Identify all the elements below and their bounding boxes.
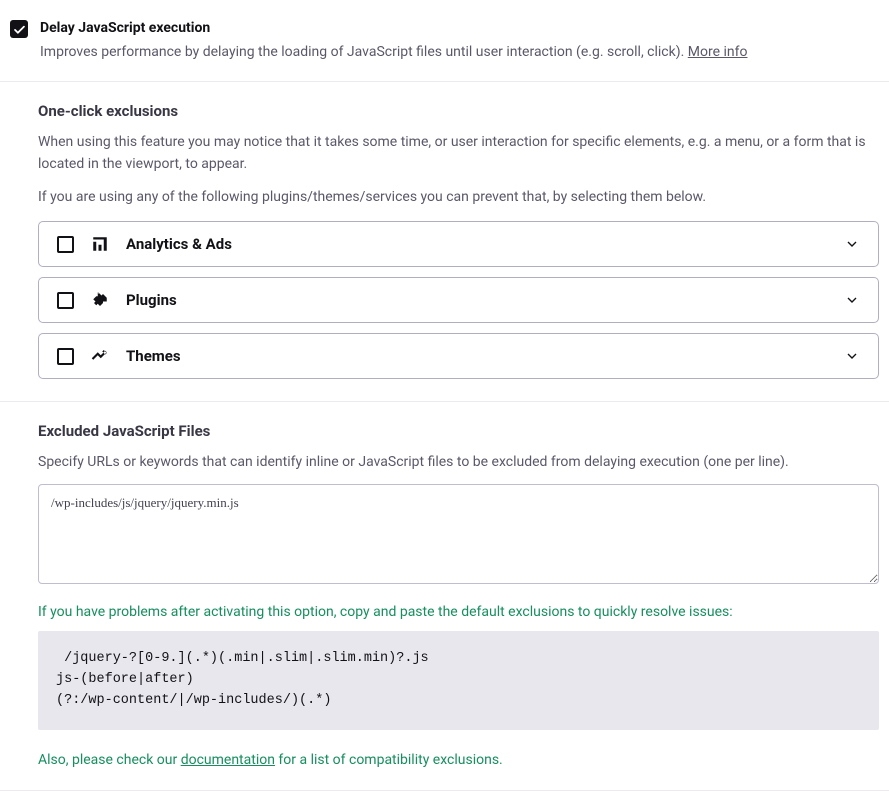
delay-js-checkbox[interactable] — [10, 20, 28, 38]
excluded-files-desc: Specify URLs or keywords that can identi… — [38, 452, 879, 474]
exclusions-intro: When using this feature you may notice t… — [38, 132, 879, 175]
exclusion-item-themes[interactable]: Themes — [38, 333, 879, 379]
exclusions-heading: One-click exclusions — [38, 102, 879, 120]
exclusion-checkbox-analytics[interactable] — [57, 236, 74, 253]
delay-js-text: Delay JavaScript execution Improves perf… — [40, 20, 748, 63]
exclusion-checkbox-plugins[interactable] — [57, 292, 74, 309]
plugin-icon — [90, 291, 110, 309]
default-exclusions-code: /jquery-?[0-9.](.*)(.min|.slim|.slim.min… — [38, 631, 879, 730]
excluded-files-heading: Excluded JavaScript Files — [38, 422, 879, 440]
analytics-icon — [90, 235, 110, 253]
problems-notice: If you have problems after activating th… — [38, 602, 879, 623]
theme-icon — [90, 347, 110, 365]
exclusion-label: Plugins — [126, 291, 828, 309]
delay-js-row: Delay JavaScript execution Improves perf… — [0, 0, 889, 81]
delay-js-desc: Improves performance by delaying the loa… — [40, 42, 748, 63]
exclusion-item-analytics[interactable]: Analytics & Ads — [38, 221, 879, 267]
exclusion-checkbox-themes[interactable] — [57, 348, 74, 365]
excluded-files-textarea[interactable] — [38, 484, 879, 584]
exclusion-label: Analytics & Ads — [126, 235, 828, 253]
exclusion-item-plugins[interactable]: Plugins — [38, 277, 879, 323]
exclusion-accordion: Analytics & Ads Plugins Themes — [38, 221, 879, 379]
section-divider — [0, 790, 889, 791]
one-click-exclusions-section: One-click exclusions When using this fea… — [0, 82, 889, 401]
exclusions-instruction: If you are using any of the following pl… — [38, 187, 879, 209]
check-icon — [13, 23, 26, 36]
exclusion-label: Themes — [126, 347, 828, 365]
chevron-down-icon — [844, 348, 860, 364]
more-info-link[interactable]: More info — [688, 44, 748, 60]
chevron-down-icon — [844, 236, 860, 252]
excluded-files-section: Excluded JavaScript Files Specify URLs o… — [0, 402, 889, 789]
delay-js-title: Delay JavaScript execution — [40, 20, 748, 36]
chevron-down-icon — [844, 292, 860, 308]
